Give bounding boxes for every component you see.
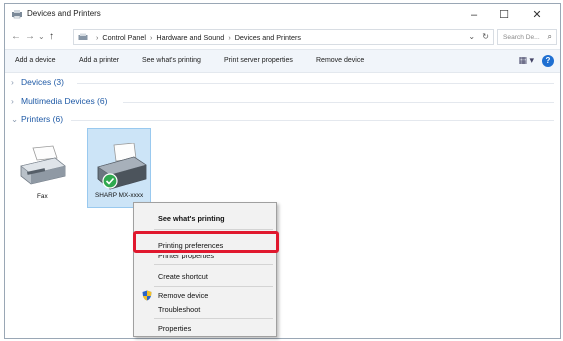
change-view-icon[interactable]: ▦ ▾: [518, 55, 534, 66]
fax-printer-icon: [20, 145, 66, 185]
menu-item-troubleshoot[interactable]: Troubleshoot: [158, 305, 200, 314]
search-placeholder: Search De...: [503, 34, 540, 41]
close-button[interactable]: ✕: [524, 7, 550, 23]
device-fax[interactable]: Fax: [15, 144, 69, 204]
chevron-right-icon: ›: [11, 96, 14, 106]
group-multimedia-devices[interactable]: › Multimedia Devices (6): [11, 96, 107, 106]
search-input[interactable]: Search De... ⌕: [497, 29, 557, 45]
breadcrumb-control-panel[interactable]: Control Panel: [102, 33, 146, 42]
device-sharp-printer[interactable]: SHARP MX-xxxx: [87, 128, 151, 208]
menu-item-printer-properties[interactable]: Printer properties: [158, 255, 214, 259]
add-a-device-button[interactable]: Add a device: [15, 57, 55, 64]
menu-separator: [154, 264, 273, 265]
devices-printers-icon: [12, 10, 22, 19]
shield-icon: [142, 290, 152, 301]
address-box[interactable]: › Control Panel › Hardware and Sound › Device…: [73, 29, 494, 45]
context-menu: See what's printing Printing preferences…: [133, 202, 277, 337]
breadcrumb: › Control Panel › Hardware and Sound › Device…: [96, 33, 301, 42]
chevron-right-icon: ›: [11, 77, 14, 87]
address-dropdown-icon[interactable]: ⌄: [468, 32, 475, 41]
group-label: Printers (6): [21, 114, 64, 124]
menu-item-properties[interactable]: Properties: [158, 324, 191, 333]
control-panel-icon: [78, 33, 88, 40]
printer-default-icon: [97, 143, 147, 190]
device-label-sharp: SHARP MX-xxxx: [95, 192, 144, 199]
group-label: Devices (3): [21, 77, 64, 87]
recent-locations-icon[interactable]: ⌄: [38, 32, 45, 41]
minimize-button[interactable]: –: [461, 7, 487, 23]
menu-item-remove-device[interactable]: Remove device: [158, 291, 208, 300]
print-server-properties-button[interactable]: Print server properties: [224, 57, 293, 64]
group-devices[interactable]: › Devices (3): [11, 77, 64, 87]
back-arrow-icon[interactable]: ←: [11, 31, 21, 42]
address-controls: ⌄ ↻: [468, 32, 489, 41]
group-divider: [77, 83, 554, 84]
up-arrow-icon[interactable]: ↑: [49, 31, 54, 42]
breadcrumb-devices-and-printers[interactable]: Devices and Printers: [235, 33, 301, 42]
device-label-fax: Fax: [37, 193, 48, 200]
group-divider: [123, 102, 554, 103]
menu-separator: [154, 318, 273, 319]
search-icon[interactable]: ⌕: [548, 32, 552, 42]
title-bar: Devices and Printers – ☐ ✕: [5, 4, 560, 26]
refresh-icon[interactable]: ↻: [482, 32, 489, 41]
command-bar: Add a device Add a printer See what's pr…: [5, 49, 560, 73]
address-bar-row: ← → ⌄ ↑ › Control Panel › Hardware and Soun…: [5, 26, 560, 48]
remove-device-button[interactable]: Remove device: [316, 57, 364, 64]
window-title: Devices and Printers: [27, 9, 101, 18]
forward-arrow-icon[interactable]: →: [25, 31, 35, 42]
group-label: Multimedia Devices (6): [21, 96, 108, 106]
group-divider: [71, 120, 554, 121]
menu-separator: [154, 229, 273, 230]
devices-and-printers-window: Devices and Printers – ☐ ✕ ← → ⌄ ↑ › Cont…: [4, 3, 561, 339]
maximize-button[interactable]: ☐: [491, 7, 517, 23]
chevron-down-icon: ⌄: [11, 114, 19, 124]
breadcrumb-hardware-and-sound[interactable]: Hardware and Sound: [156, 33, 224, 42]
breadcrumb-separator: ›: [96, 33, 99, 42]
breadcrumb-separator: ›: [149, 33, 153, 42]
menu-separator: [154, 286, 273, 287]
breadcrumb-separator: ›: [228, 33, 231, 42]
see-whats-printing-button[interactable]: See what's printing: [142, 57, 201, 64]
highlight-box: [133, 231, 279, 253]
add-a-printer-button[interactable]: Add a printer: [79, 57, 119, 64]
help-icon[interactable]: ?: [542, 55, 554, 67]
menu-item-see-whats-printing[interactable]: See what's printing: [158, 214, 225, 223]
menu-item-create-shortcut[interactable]: Create shortcut: [158, 272, 208, 281]
group-printers[interactable]: ⌄ Printers (6): [11, 114, 63, 125]
